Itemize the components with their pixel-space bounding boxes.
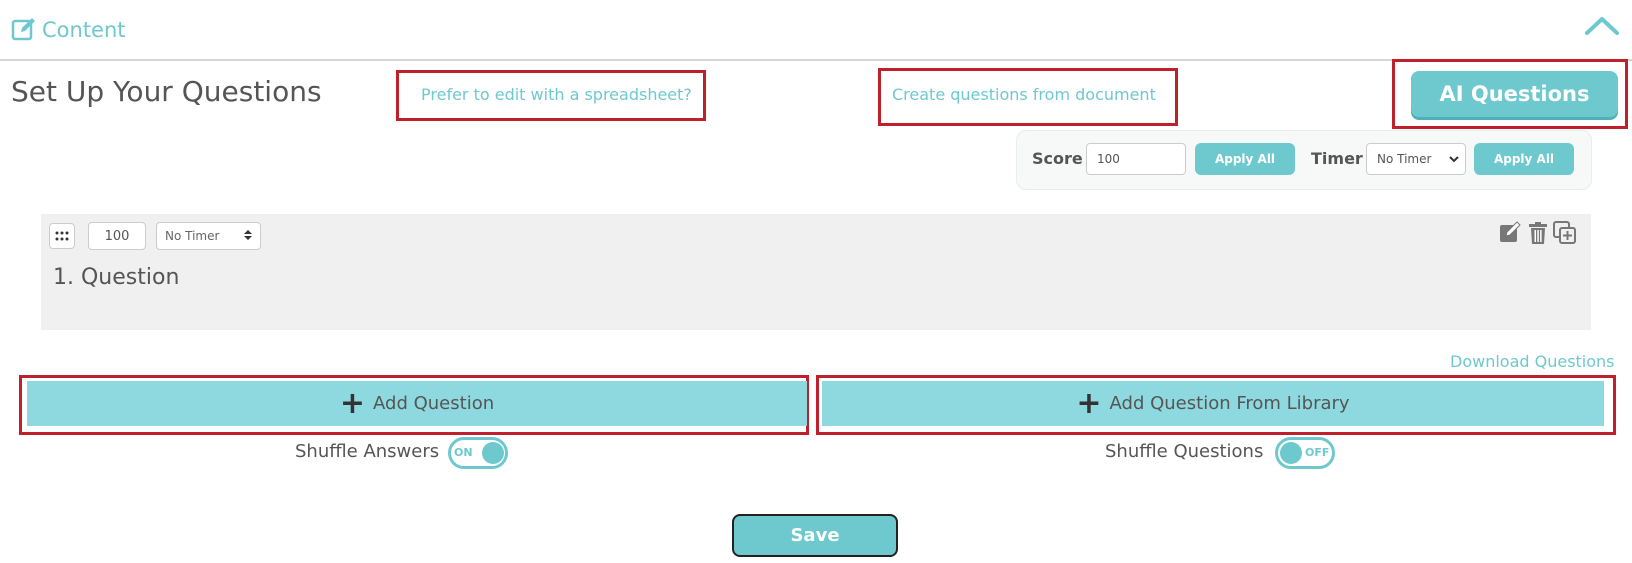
plus-icon: + <box>339 385 366 421</box>
score-input[interactable] <box>1086 143 1186 175</box>
trash-icon[interactable] <box>1526 221 1550 245</box>
sort-arrows-icon <box>244 229 252 244</box>
timer-select[interactable]: No Timer <box>1366 143 1466 175</box>
apply-timer-button[interactable]: Apply All <box>1474 143 1574 175</box>
edit-icon[interactable] <box>1498 221 1522 245</box>
create-from-document-link[interactable]: Create questions from document <box>892 85 1156 104</box>
save-button[interactable]: Save <box>732 514 898 557</box>
chevron-up-icon[interactable] <box>1584 14 1620 38</box>
shuffle-answers-toggle[interactable]: ON <box>448 437 508 469</box>
toggle-knob <box>1280 442 1302 464</box>
question-timer-value: No Timer <box>165 229 220 243</box>
chevron-down-icon <box>1449 152 1459 166</box>
drag-handle-icon[interactable] <box>49 223 75 249</box>
page-title: Set Up Your Questions <box>11 75 322 108</box>
score-label: Score <box>1032 149 1083 168</box>
content-header <box>0 0 1632 61</box>
section-label: Content <box>42 18 126 42</box>
spreadsheet-link[interactable]: Prefer to edit with a spreadsheet? <box>421 85 692 104</box>
apply-score-button[interactable]: Apply All <box>1195 143 1295 175</box>
add-from-library-label: Add Question From Library <box>1109 393 1350 414</box>
question-timer-select[interactable]: No Timer <box>156 222 261 250</box>
toggle-state-text: OFF <box>1305 446 1330 459</box>
add-question-button[interactable]: + Add Question <box>27 381 807 426</box>
question-text: 1. Question <box>53 265 180 290</box>
shuffle-questions-toggle[interactable]: OFF <box>1275 437 1335 469</box>
timer-select-value: No Timer <box>1377 152 1432 166</box>
add-question-label: Add Question <box>373 393 495 414</box>
shuffle-questions-label: Shuffle Questions <box>1105 441 1264 462</box>
edit-square-icon <box>11 16 37 42</box>
toggle-knob <box>482 442 504 464</box>
duplicate-icon[interactable] <box>1553 221 1577 245</box>
question-score-input[interactable] <box>88 222 146 250</box>
toggle-state-text: ON <box>454 446 473 459</box>
timer-label: Timer <box>1311 149 1363 168</box>
add-from-library-button[interactable]: + Add Question From Library <box>822 381 1604 426</box>
question-card <box>41 214 1591 330</box>
shuffle-answers-label: Shuffle Answers <box>295 441 440 462</box>
plus-icon: + <box>1076 385 1102 421</box>
download-questions-link[interactable]: Download Questions <box>1450 352 1615 371</box>
ai-questions-button[interactable]: AI Questions <box>1411 71 1618 117</box>
